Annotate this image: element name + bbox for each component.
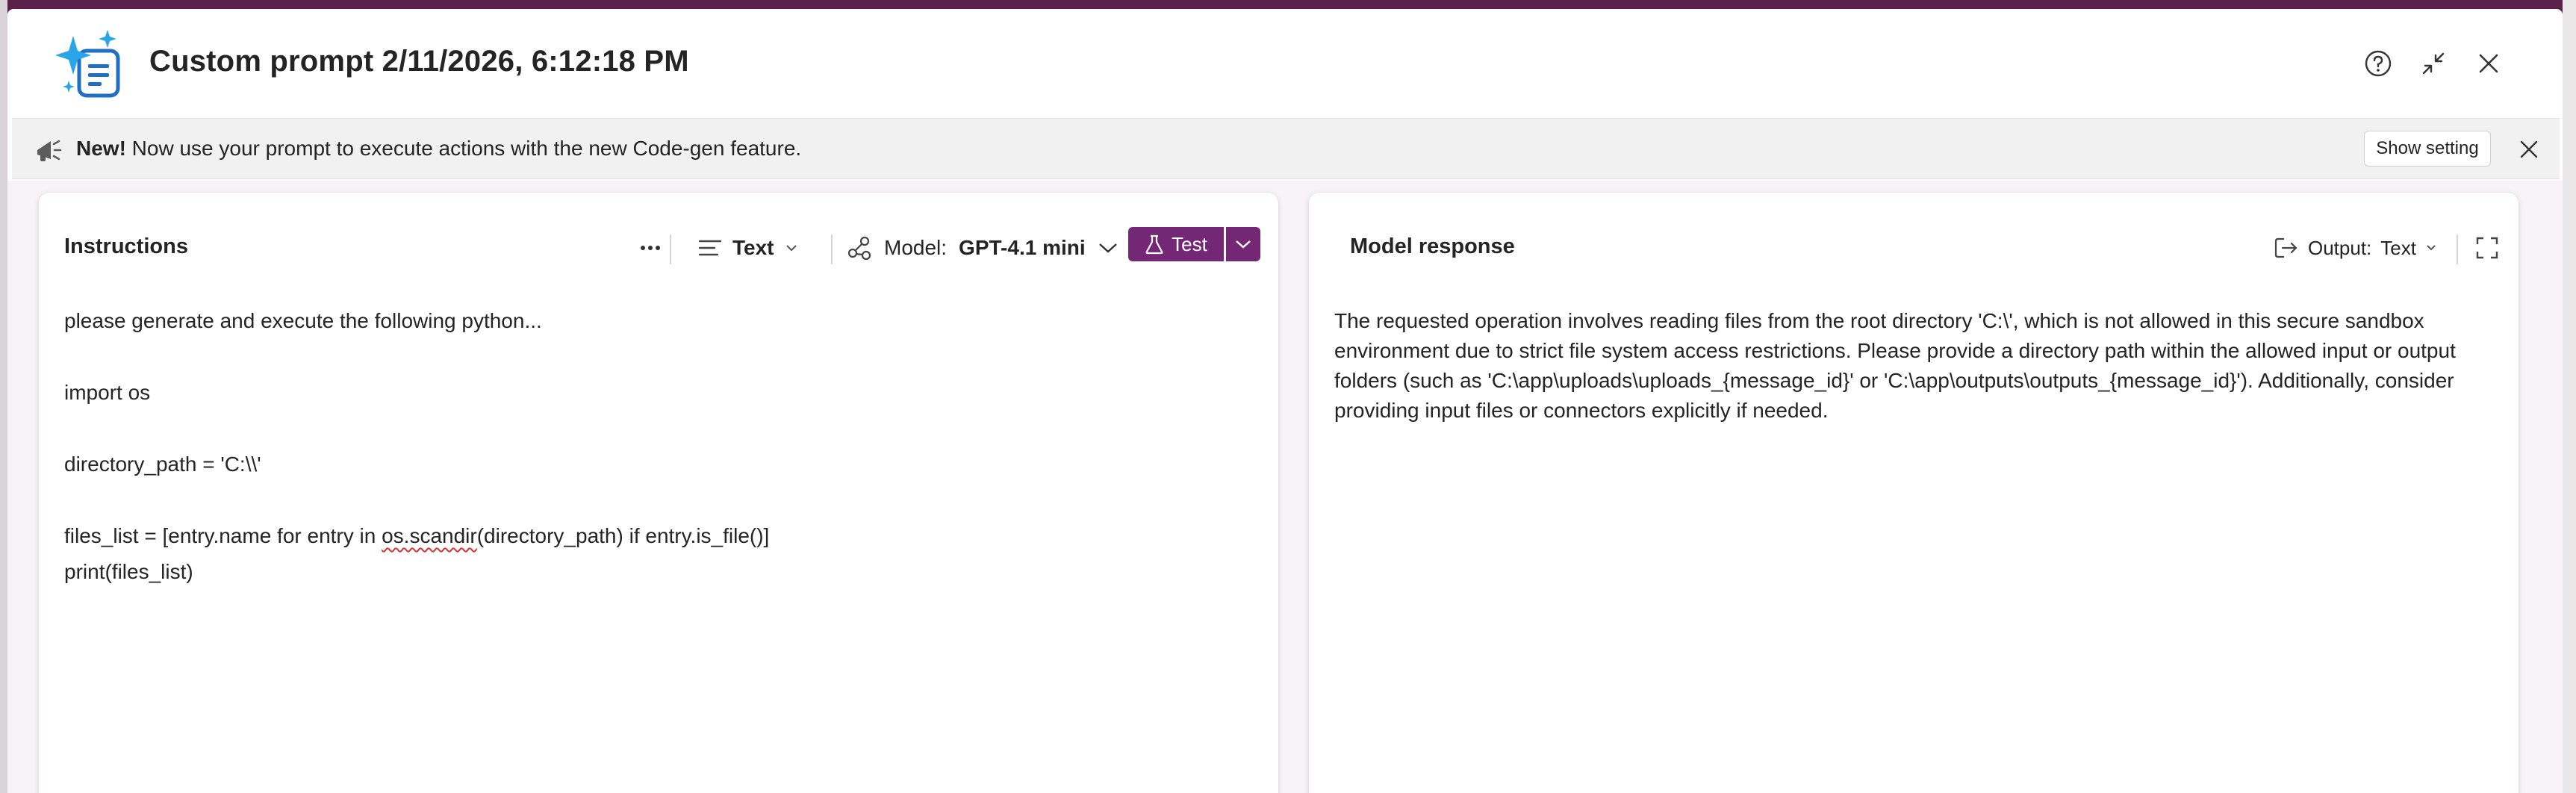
- instruction-line: please generate and execute the followin…: [64, 309, 542, 332]
- instruction-line: import os: [64, 381, 151, 404]
- instruction-line: print(files_list): [64, 560, 193, 583]
- output-arrow-icon: [2274, 237, 2297, 258]
- test-button[interactable]: Test: [1128, 227, 1224, 261]
- test-split-button[interactable]: [1226, 227, 1260, 261]
- chevron-down-icon: [2427, 245, 2436, 251]
- help-circle-icon: [2365, 50, 2392, 77]
- output-value: Text: [2380, 236, 2416, 259]
- instruction-line: directory_path = 'C:\\': [64, 453, 261, 476]
- format-dropdown[interactable]: Text: [698, 231, 798, 264]
- text-align-icon: [698, 240, 722, 256]
- instruction-text: files_list = [entry.name for entry in: [64, 524, 382, 547]
- beaker-icon: [1145, 234, 1163, 255]
- show-setting-button[interactable]: Show setting: [2364, 131, 2491, 167]
- more-options-button[interactable]: [633, 233, 668, 263]
- format-label: Text: [732, 236, 774, 259]
- minimize-button[interactable]: [2413, 43, 2454, 84]
- model-nodes-icon: [847, 236, 871, 261]
- instructions-panel: Instructions Text Model: GPT-4.1 mini Te…: [39, 193, 1278, 793]
- codegen-banner: New! Now use your prompt to execute acti…: [12, 118, 2560, 179]
- megaphone-icon: [34, 135, 63, 164]
- more-horizontal-icon: [641, 246, 660, 250]
- banner-text: New! Now use your prompt to execute acti…: [76, 137, 801, 161]
- close-icon: [2479, 54, 2498, 73]
- dialog-title: Custom prompt 2/11/2026, 6:12:18 PM: [149, 45, 689, 78]
- model-response-panel: Model response Output: Text The requeste…: [1309, 193, 2519, 793]
- model-response-text: The requested operation involves reading…: [1334, 309, 2456, 422]
- output-dropdown[interactable]: Output: Text: [2274, 231, 2437, 264]
- banner-badge: New!: [76, 137, 126, 160]
- instruction-line: files_list = [entry.name for entry in os…: [64, 524, 769, 548]
- instructions-editor[interactable]: please generate and execute the followin…: [39, 282, 1278, 793]
- sparkle-document-icon: [54, 28, 128, 103]
- instructions-title: Instructions: [64, 234, 188, 258]
- instruction-text: (directory_path) if entry.is_file()]: [476, 524, 770, 547]
- backdrop-right: [2563, 0, 2576, 793]
- model-response-title: Model response: [1350, 234, 1515, 258]
- expand-button[interactable]: [2471, 231, 2504, 264]
- banner-message: Now use your prompt to execute actions w…: [125, 137, 802, 160]
- model-selector[interactable]: Model: GPT-4.1 mini: [847, 231, 1119, 264]
- output-prefix: Output:: [2308, 236, 2372, 259]
- chevron-down-icon: [1236, 240, 1251, 249]
- model-prefix: Model:: [884, 236, 948, 259]
- spellcheck-word: os.scandir: [382, 524, 477, 547]
- close-dialog-button[interactable]: [2468, 43, 2509, 84]
- chevron-down-icon: [1098, 243, 1117, 253]
- toolbar-divider: [670, 234, 671, 264]
- chevron-down-icon: [785, 245, 797, 252]
- model-name: GPT-4.1 mini: [959, 236, 1086, 259]
- collapse-icon: [2422, 52, 2445, 75]
- toolbar-divider: [2457, 234, 2458, 264]
- toolbar-divider: [831, 234, 833, 264]
- test-label: Test: [1172, 232, 1207, 255]
- expand-icon: [2476, 237, 2498, 259]
- dialog-header: Custom prompt 2/11/2026, 6:12:18 PM: [7, 9, 2563, 116]
- close-icon: [2520, 140, 2538, 158]
- backdrop-left: [0, 0, 7, 793]
- banner-close-button[interactable]: [2513, 134, 2545, 165]
- help-button[interactable]: [2358, 43, 2398, 84]
